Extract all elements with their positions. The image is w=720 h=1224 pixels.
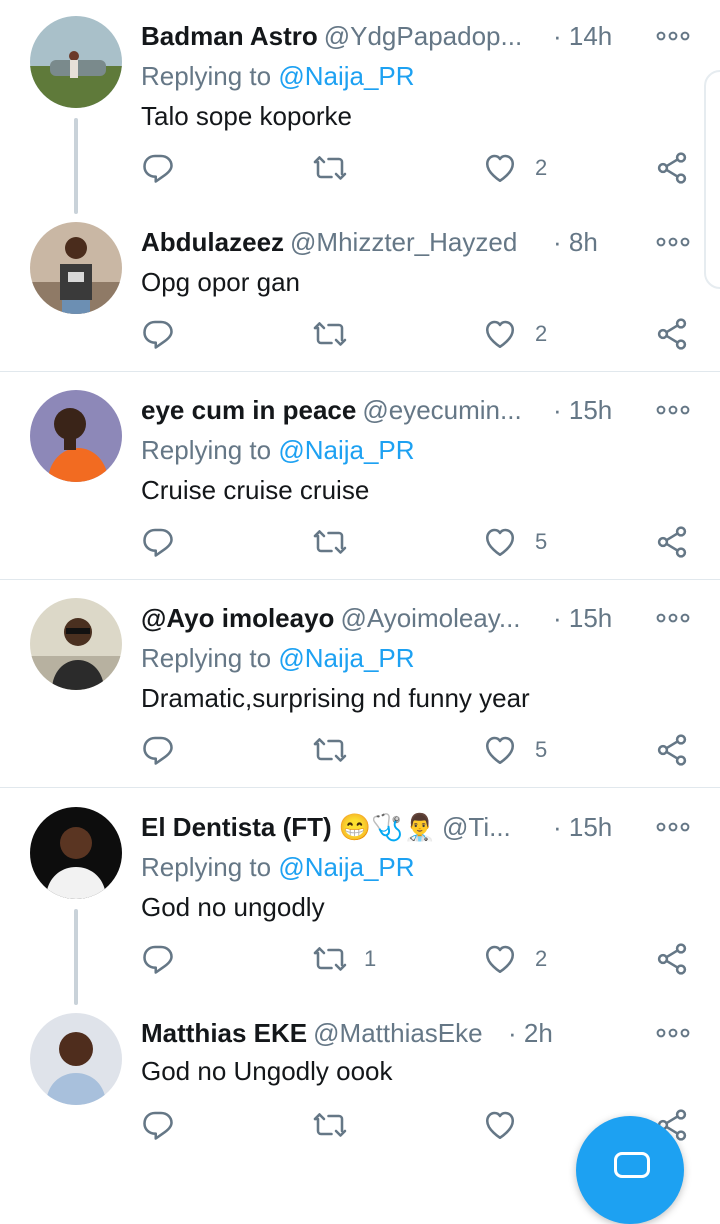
reply-icon[interactable] xyxy=(140,941,176,977)
share-icon[interactable] xyxy=(654,316,690,352)
thread-connector xyxy=(74,909,78,1005)
share-icon[interactable] xyxy=(654,941,690,977)
like-count: 2 xyxy=(535,155,548,180)
avatar[interactable] xyxy=(30,598,122,690)
heart-icon[interactable] xyxy=(482,150,518,186)
timestamp: · 15h xyxy=(553,395,613,425)
like-count: 2 xyxy=(535,946,548,971)
thread-connector xyxy=(74,118,78,214)
retweet-icon[interactable] xyxy=(312,316,348,352)
mention-link[interactable]: @Naija_PR xyxy=(278,435,414,465)
heart-icon[interactable] xyxy=(482,1107,518,1143)
replying-prefix: Replying to xyxy=(141,435,279,465)
replying-prefix: Replying to xyxy=(141,852,279,882)
retweet-icon[interactable] xyxy=(312,732,348,768)
replying-to: Replying to @Naija_PR xyxy=(141,432,415,468)
divider xyxy=(0,787,720,788)
replying-prefix: Replying to xyxy=(141,643,279,673)
timestamp: · 2h xyxy=(508,1018,553,1048)
reply-icon[interactable] xyxy=(140,150,176,186)
avatar[interactable] xyxy=(30,222,122,314)
tweet[interactable]: El Dentista (FT) 😁🩺👨‍⚕️ @Ti... · 15h Repl… xyxy=(0,805,720,1005)
mention-link[interactable]: @Naija_PR xyxy=(278,852,414,882)
replying-to: Replying to @Naija_PR xyxy=(141,849,415,885)
reply-icon[interactable] xyxy=(140,316,176,352)
display-name[interactable]: @Ayo imoleayo xyxy=(141,603,334,633)
more-icon[interactable] xyxy=(655,398,691,422)
more-icon[interactable] xyxy=(655,24,691,48)
tweet-text: God no ungodly xyxy=(141,892,325,922)
user-handle[interactable]: @Mhizzter_Hayzed xyxy=(290,227,517,257)
avatar[interactable] xyxy=(30,807,122,899)
more-icon[interactable] xyxy=(655,1021,691,1045)
heart-icon[interactable] xyxy=(482,316,518,352)
user-handle[interactable]: @Ti... xyxy=(442,812,511,842)
mention-link[interactable]: @Naija_PR xyxy=(278,643,414,673)
compose-icon xyxy=(614,1152,650,1178)
replying-prefix: Replying to xyxy=(141,61,279,91)
like-count: 5 xyxy=(535,737,548,762)
reply-icon[interactable] xyxy=(140,524,176,560)
timestamp: · 15h xyxy=(553,812,613,842)
timestamp: · 14h xyxy=(553,21,613,51)
compose-button[interactable] xyxy=(576,1116,684,1224)
tweet-text: God no Ungodly oook xyxy=(141,1056,393,1086)
tweet-text: Cruise cruise cruise xyxy=(141,475,370,505)
retweet-icon[interactable] xyxy=(312,1107,348,1143)
reply-icon[interactable] xyxy=(140,732,176,768)
like-count: 5 xyxy=(535,529,548,554)
display-name[interactable]: El Dentista (FT) 😁🩺👨‍⚕️ xyxy=(141,812,436,842)
avatar[interactable] xyxy=(30,1013,122,1105)
tweet[interactable]: @Ayo imoleayo @Ayoimoleay... · 15h Replyi… xyxy=(0,596,720,786)
divider xyxy=(0,371,720,372)
retweet-icon[interactable] xyxy=(312,941,348,977)
mention-link[interactable]: @Naija_PR xyxy=(278,61,414,91)
more-icon[interactable] xyxy=(655,230,691,254)
share-icon[interactable] xyxy=(654,732,690,768)
timestamp: · 15h xyxy=(553,603,613,633)
more-icon[interactable] xyxy=(655,815,691,839)
replying-to: Replying to @Naija_PR xyxy=(141,640,415,676)
heart-icon[interactable] xyxy=(482,524,518,560)
tweet-text: Dramatic,surprising nd funny year xyxy=(141,683,530,713)
tweet[interactable]: eye cum in peace @eyecumin... · 15h Reply… xyxy=(0,388,720,578)
user-handle[interactable]: @MatthiasEke xyxy=(313,1018,482,1048)
display-name[interactable]: Badman Astro xyxy=(141,21,318,51)
retweet-icon[interactable] xyxy=(312,524,348,560)
tweet-text: Talo sope koporke xyxy=(141,101,353,131)
retweet-icon[interactable] xyxy=(312,150,348,186)
display-name[interactable]: Abdulazeez xyxy=(141,227,284,257)
avatar[interactable] xyxy=(30,16,122,108)
user-handle[interactable]: @YdgPapadop... xyxy=(324,21,522,51)
heart-icon[interactable] xyxy=(482,941,518,977)
like-count: 2 xyxy=(535,321,548,346)
divider xyxy=(0,579,720,580)
display-name[interactable]: Matthias EKE xyxy=(141,1018,307,1048)
share-icon[interactable] xyxy=(654,150,690,186)
reply-icon[interactable] xyxy=(140,1107,176,1143)
avatar[interactable] xyxy=(30,390,122,482)
timestamp: · 8h xyxy=(553,227,598,257)
tweet[interactable]: Abdulazeez @Mhizzter_Hayzed · 8h Opg opor… xyxy=(0,220,720,370)
heart-icon[interactable] xyxy=(482,732,518,768)
user-handle[interactable]: @Ayoimoleay... xyxy=(340,603,520,633)
share-icon[interactable] xyxy=(654,524,690,560)
more-icon[interactable] xyxy=(655,606,691,630)
tweet[interactable]: Badman Astro @YdgPapadop... · 14h Replyin… xyxy=(0,14,720,214)
user-handle[interactable]: @eyecumin... xyxy=(362,395,521,425)
replying-to: Replying to @Naija_PR xyxy=(141,58,415,94)
display-name[interactable]: eye cum in peace xyxy=(141,395,356,425)
retweet-count: 1 xyxy=(364,946,377,971)
tweet-text: Opg opor gan xyxy=(141,267,301,297)
